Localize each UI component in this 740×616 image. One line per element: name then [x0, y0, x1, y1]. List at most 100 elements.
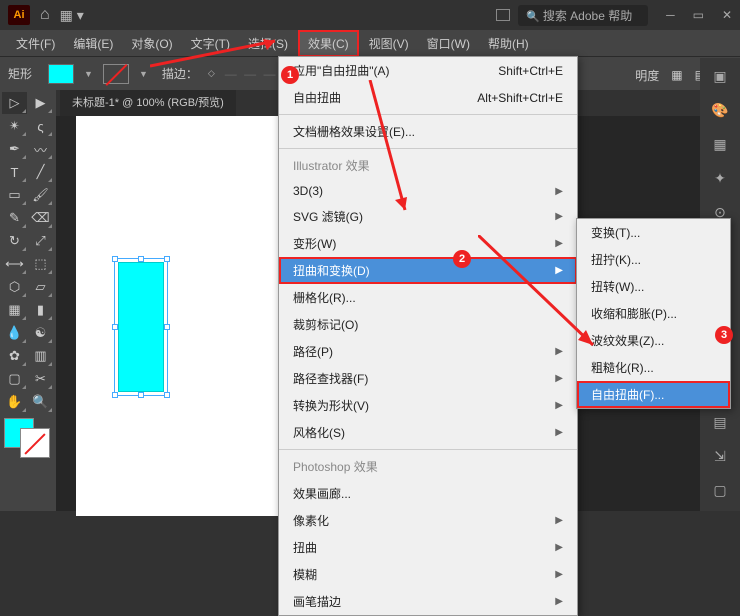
eraser-tool[interactable]: ⌫ — [28, 207, 53, 229]
menu-header-illustrator: Illustrator 效果 — [279, 152, 577, 179]
menu-pathfinder[interactable]: 路径查找器(F)▶ — [279, 365, 577, 392]
menu-effect-gallery[interactable]: 效果画廊... — [279, 480, 577, 507]
symbol-sprayer-tool[interactable]: ✿ — [2, 345, 27, 367]
menu-object[interactable]: 对象(O) — [123, 32, 180, 55]
menu-3d[interactable]: 3D(3)▶ — [279, 179, 577, 203]
menu-effect[interactable]: 效果(C) — [298, 30, 359, 57]
home-icon[interactable]: ⌂ — [40, 6, 50, 24]
annotation-badge-3: 3 — [715, 326, 733, 344]
artboard-tool[interactable]: ▢ — [2, 368, 27, 390]
layers-panel-icon[interactable]: ▤ — [710, 412, 730, 432]
opacity-label: 明度 — [635, 67, 659, 84]
perspective-tool[interactable]: ▱ — [28, 276, 53, 298]
panel-toggle-1[interactable]: ▦ — [671, 68, 682, 82]
handle-bm[interactable] — [138, 392, 144, 398]
rectangle-tool[interactable]: ▭ — [2, 184, 27, 206]
menu-apply-last-effect[interactable]: 应用"自由扭曲"(A)Shift+Ctrl+E — [279, 57, 577, 84]
column-graph-tool[interactable]: ▥ — [28, 345, 53, 367]
hand-tool[interactable]: ✋ — [2, 391, 27, 413]
properties-panel-icon[interactable]: ▣ — [710, 66, 730, 86]
handle-mr[interactable] — [164, 324, 170, 330]
submenu-transform[interactable]: 变换(T)... — [577, 219, 730, 246]
submenu-twist[interactable]: 扭转(W)... — [577, 273, 730, 300]
shaper-tool[interactable]: ✎ — [2, 207, 27, 229]
menu-crop-marks[interactable]: 裁剪标记(O) — [279, 311, 577, 338]
menu-warp[interactable]: 变形(W)▶ — [279, 230, 577, 257]
swatches-panel-icon[interactable]: ▦ — [710, 134, 730, 154]
maximize-button[interactable]: ▭ — [693, 8, 704, 22]
effect-dropdown-menu: 应用"自由扭曲"(A)Shift+Ctrl+E 自由扭曲Alt+Shift+Ct… — [278, 56, 578, 616]
line-tool[interactable]: ╱ — [28, 161, 53, 183]
close-button[interactable]: ✕ — [722, 8, 732, 22]
menu-file[interactable]: 文件(F) — [8, 32, 63, 55]
direct-selection-tool[interactable]: ▶ — [28, 92, 53, 114]
brushes-panel-icon[interactable]: ✦ — [710, 168, 730, 188]
zoom-tool[interactable]: 🔍 — [28, 391, 53, 413]
layout-grid-icon[interactable]: ▦ ▾ — [60, 7, 84, 24]
lasso-tool[interactable]: ς — [28, 115, 53, 137]
magic-wand-tool[interactable]: ✴ — [2, 115, 27, 137]
fill-dropdown[interactable]: ▼ — [84, 69, 93, 79]
menu-type[interactable]: 文字(T) — [183, 32, 238, 55]
submenu-pucker-bloat[interactable]: 收缩和膨胀(P)... — [577, 300, 730, 327]
handle-tl[interactable] — [112, 256, 118, 262]
menu-stylize[interactable]: 风格化(S)▶ — [279, 419, 577, 446]
shape-builder-tool[interactable]: ⬡ — [2, 276, 27, 298]
menu-doc-raster-settings[interactable]: 文档栅格效果设置(E)... — [279, 118, 577, 145]
menu-edit[interactable]: 编辑(E) — [65, 32, 121, 55]
menu-distort-ps[interactable]: 扭曲▶ — [279, 534, 577, 561]
handle-tr[interactable] — [164, 256, 170, 262]
handle-bl[interactable] — [112, 392, 118, 398]
menu-blur[interactable]: 模糊▶ — [279, 561, 577, 588]
submenu-roughen[interactable]: 粗糙化(R)... — [577, 354, 730, 381]
submenu-tweak[interactable]: 扭拧(K)... — [577, 246, 730, 273]
stroke-swatch[interactable] — [103, 64, 129, 84]
curvature-tool[interactable]: 〰 — [28, 138, 53, 160]
menu-help[interactable]: 帮助(H) — [480, 32, 537, 55]
menu-rasterize[interactable]: 栅格化(R)... — [279, 284, 577, 311]
menu-distort-transform[interactable]: 扭曲和变换(D)▶ — [279, 257, 577, 284]
submenu-zigzag[interactable]: 波纹效果(Z)... — [577, 327, 730, 354]
paintbrush-tool[interactable]: 🖌 — [28, 184, 53, 206]
search-input[interactable]: 🔍 搜索 Adobe 帮助 — [518, 5, 648, 26]
toolbox: ▷ ▶ ✴ ς ✒ 〰 T ╱ ▭ 🖌 ✎ ⌫ ↻ ⤢ ⟷ ⬚ ⬡ ▱ ▦ ▮ … — [0, 90, 56, 511]
blend-tool[interactable]: ☯ — [28, 322, 53, 344]
arrange-icon[interactable] — [496, 9, 510, 21]
width-tool[interactable]: ⟷ — [2, 253, 27, 275]
menu-convert-shape[interactable]: 转换为形状(V)▶ — [279, 392, 577, 419]
color-panel-icon[interactable]: 🎨 — [710, 100, 730, 120]
free-transform-tool[interactable]: ⬚ — [28, 253, 53, 275]
asset-export-panel-icon[interactable]: ⇲ — [710, 446, 730, 466]
document-tab[interactable]: 未标题-1* @ 100% (RGB/预览) — [60, 90, 236, 116]
type-tool[interactable]: T — [2, 161, 27, 183]
artboards-panel-icon[interactable]: ▢ — [710, 480, 730, 500]
menu-select[interactable]: 选择(S) — [240, 32, 296, 55]
slice-tool[interactable]: ✂ — [28, 368, 53, 390]
mesh-tool[interactable]: ▦ — [2, 299, 27, 321]
titlebar: Ai ⌂ ▦ ▾ 🔍 搜索 Adobe 帮助 ─ ▭ ✕ — [0, 0, 740, 30]
submenu-free-distort[interactable]: 自由扭曲(F)... — [577, 381, 730, 408]
pen-tool[interactable]: ✒ — [2, 138, 27, 160]
handle-br[interactable] — [164, 392, 170, 398]
menu-window[interactable]: 窗口(W) — [419, 32, 478, 55]
handle-tm[interactable] — [138, 256, 144, 262]
gradient-tool[interactable]: ▮ — [28, 299, 53, 321]
menu-path[interactable]: 路径(P)▶ — [279, 338, 577, 365]
stroke-dropdown[interactable]: ▼ — [139, 69, 148, 79]
menu-svg-filters[interactable]: SVG 滤镜(G)▶ — [279, 203, 577, 230]
menu-view[interactable]: 视图(V) — [361, 32, 417, 55]
menu-pixelate[interactable]: 像素化▶ — [279, 507, 577, 534]
handle-ml[interactable] — [112, 324, 118, 330]
eyedropper-tool[interactable]: 💧 — [2, 322, 27, 344]
rotate-tool[interactable]: ↻ — [2, 230, 27, 252]
selection-tool[interactable]: ▷ — [2, 92, 27, 114]
selection-bounding-box[interactable] — [114, 258, 168, 396]
menu-last-effect-options[interactable]: 自由扭曲Alt+Shift+Ctrl+E — [279, 84, 577, 111]
minimize-button[interactable]: ─ — [666, 8, 675, 22]
fill-stroke-indicator[interactable] — [2, 418, 54, 458]
fill-swatch[interactable] — [48, 64, 74, 84]
annotation-badge-2: 2 — [453, 250, 471, 268]
scale-tool[interactable]: ⤢ — [28, 230, 53, 252]
stroke-weight-dropdown[interactable]: ◇ — [208, 68, 215, 79]
menu-brush-strokes[interactable]: 画笔描边▶ — [279, 588, 577, 615]
